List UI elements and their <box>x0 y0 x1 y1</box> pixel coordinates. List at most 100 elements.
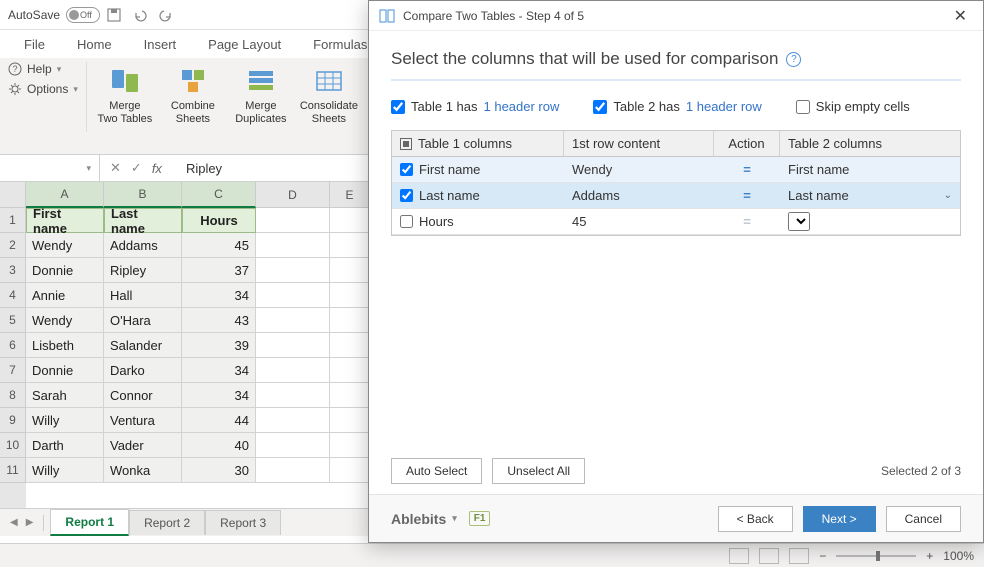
cell[interactable]: Salander <box>104 333 182 358</box>
row-header[interactable]: 9 <box>0 408 26 433</box>
row-header[interactable]: 8 <box>0 383 26 408</box>
help-icon[interactable]: ? <box>786 52 801 67</box>
row-header[interactable]: 1 <box>0 208 26 233</box>
cell[interactable]: 39 <box>182 333 256 358</box>
cell[interactable] <box>330 283 370 308</box>
cell[interactable] <box>330 258 370 283</box>
cell[interactable] <box>330 358 370 383</box>
cell[interactable]: 43 <box>182 308 256 333</box>
redo-icon[interactable] <box>158 7 174 23</box>
name-box[interactable]: ▾ <box>0 155 100 181</box>
cell[interactable] <box>330 233 370 258</box>
row-header[interactable]: 3 <box>0 258 26 283</box>
zoom-in-icon[interactable]: + <box>926 549 933 563</box>
cell[interactable]: 34 <box>182 283 256 308</box>
sheet-nav-next-icon[interactable]: ▶ <box>22 517 38 528</box>
consolidate-sheets-button[interactable]: Consolidate Sheets <box>299 62 359 126</box>
next-button[interactable]: Next > <box>803 506 876 532</box>
cell[interactable] <box>256 233 330 258</box>
cell[interactable] <box>330 408 370 433</box>
save-icon[interactable] <box>106 7 122 23</box>
chevron-down-icon[interactable]: ⌄ <box>944 190 952 201</box>
cell[interactable] <box>256 258 330 283</box>
table1-header-checkbox[interactable]: Table 1 has 1 header row <box>391 99 559 114</box>
cell[interactable]: Lisbeth <box>26 333 104 358</box>
unselect-all-button[interactable]: Unselect All <box>492 458 585 484</box>
autosave-toggle[interactable]: AutoSave Off <box>8 7 92 23</box>
column-header[interactable]: C <box>182 182 256 208</box>
cell[interactable]: Hall <box>104 283 182 308</box>
f1-badge[interactable]: F1 <box>469 511 491 526</box>
cell[interactable]: Vader <box>104 433 182 458</box>
cell[interactable] <box>256 408 330 433</box>
table1-header-link[interactable]: 1 header row <box>484 99 560 114</box>
row-header[interactable]: 11 <box>0 458 26 483</box>
skip-empty-checkbox[interactable]: Skip empty cells <box>796 99 910 114</box>
column-header[interactable]: B <box>104 182 182 208</box>
column-header[interactable]: E <box>330 182 370 208</box>
cell[interactable] <box>330 383 370 408</box>
auto-select-button[interactable]: Auto Select <box>391 458 482 484</box>
brand-label[interactable]: Ablebits ▾ F1 <box>391 511 490 527</box>
cell[interactable]: 34 <box>182 383 256 408</box>
page-layout-view-icon[interactable] <box>759 548 779 564</box>
cell[interactable]: Darko <box>104 358 182 383</box>
cell[interactable]: Wendy <box>26 308 104 333</box>
table-header-cell[interactable]: Hours <box>182 208 256 233</box>
select-all-triangle[interactable] <box>0 182 26 208</box>
chevron-down-icon[interactable]: ▾ <box>86 163 91 174</box>
cell[interactable] <box>330 208 370 233</box>
zoom-level[interactable]: 100% <box>943 549 974 563</box>
table2-header-checkbox[interactable]: Table 2 has 1 header row <box>593 99 761 114</box>
cell[interactable]: 40 <box>182 433 256 458</box>
sheet-tab[interactable]: Report 2 <box>129 510 205 535</box>
cell[interactable]: Annie <box>26 283 104 308</box>
row-header[interactable]: 2 <box>0 233 26 258</box>
cell[interactable]: Willy <box>26 408 104 433</box>
cell[interactable] <box>256 308 330 333</box>
row-header[interactable]: 7 <box>0 358 26 383</box>
tab-file[interactable]: File <box>8 31 61 58</box>
cancel-button[interactable]: Cancel <box>886 506 961 532</box>
select-all-checkbox[interactable] <box>400 138 412 150</box>
tab-insert[interactable]: Insert <box>128 31 193 58</box>
cell[interactable] <box>256 433 330 458</box>
row-header[interactable]: 5 <box>0 308 26 333</box>
cell[interactable]: O'Hara <box>104 308 182 333</box>
table-header-cell[interactable]: Last name <box>104 208 182 233</box>
sheet-tab[interactable]: Report 3 <box>205 510 281 535</box>
cell[interactable]: Addams <box>104 233 182 258</box>
confirm-icon[interactable]: ✓ <box>131 160 142 176</box>
tab-page-layout[interactable]: Page Layout <box>192 31 297 58</box>
cell[interactable]: Wendy <box>26 233 104 258</box>
combine-sheets-button[interactable]: Combine Sheets <box>163 62 223 126</box>
cell[interactable]: Willy <box>26 458 104 483</box>
tab-home[interactable]: Home <box>61 31 128 58</box>
cell[interactable] <box>256 208 330 233</box>
cell[interactable]: 34 <box>182 358 256 383</box>
close-icon[interactable]: ✕ <box>948 6 973 26</box>
row-checkbox[interactable] <box>400 189 413 202</box>
sheet-nav-prev-icon[interactable]: ◀ <box>6 517 22 528</box>
cell[interactable]: Sarah <box>26 383 104 408</box>
cell[interactable] <box>256 458 330 483</box>
row-checkbox[interactable] <box>400 215 413 228</box>
cell[interactable] <box>256 283 330 308</box>
cell[interactable]: Donnie <box>26 358 104 383</box>
cell[interactable]: 37 <box>182 258 256 283</box>
formula-value[interactable]: Ripley <box>186 161 222 176</box>
columns-table-row[interactable]: Hours45= <box>392 209 960 235</box>
cell[interactable]: Connor <box>104 383 182 408</box>
table2-header-link[interactable]: 1 header row <box>686 99 762 114</box>
cell[interactable]: 30 <box>182 458 256 483</box>
row-checkbox[interactable] <box>400 163 413 176</box>
normal-view-icon[interactable] <box>729 548 749 564</box>
column-header[interactable]: A <box>26 182 104 208</box>
row-header[interactable]: 4 <box>0 283 26 308</box>
columns-table-row[interactable]: Last nameAddams=Last name⌄ <box>392 183 960 209</box>
columns-table-row[interactable]: First nameWendy=First name <box>392 157 960 183</box>
cell[interactable]: Donnie <box>26 258 104 283</box>
column-header[interactable]: D <box>256 182 330 208</box>
undo-icon[interactable] <box>132 7 148 23</box>
cell[interactable]: 45 <box>182 233 256 258</box>
